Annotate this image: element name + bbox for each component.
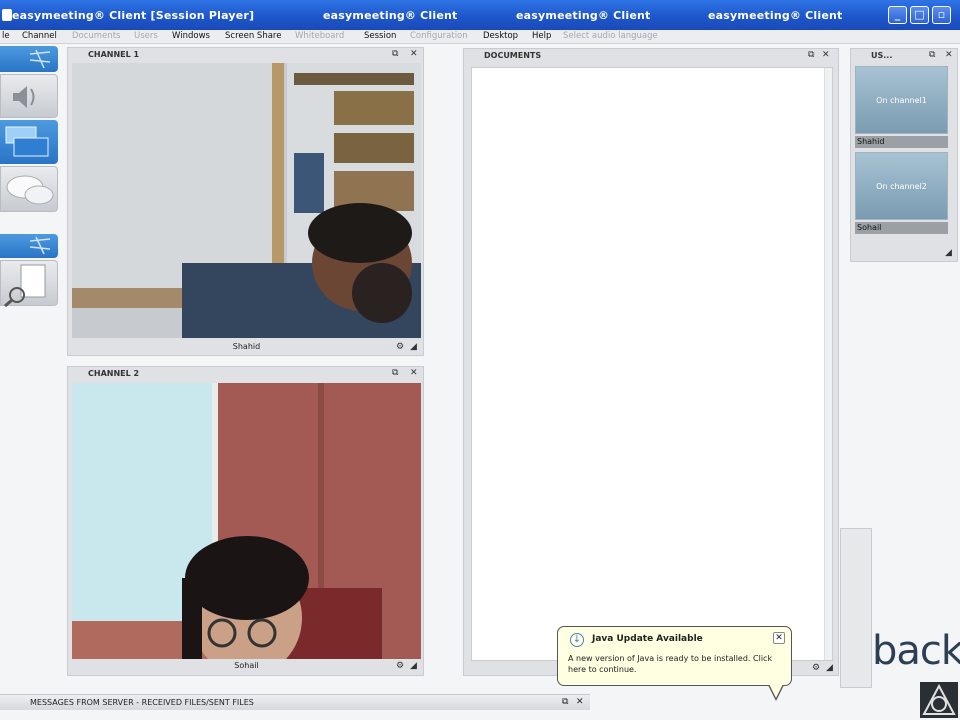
user-name-label: Shahid [855,136,948,148]
window-titlebar: easymeeting® Client [Session Player] eas… [0,0,960,30]
panel-restore-icon[interactable]: ⧉ [392,368,398,378]
menu-select-audio-language[interactable]: Select audio language [563,31,658,41]
menu-bar: le Channel Documents Users Windows Scree… [0,30,960,44]
menu-configuration[interactable]: Configuration [410,31,468,41]
channel-1-video [72,63,421,338]
menu-screen-share[interactable]: Screen Share [225,31,281,41]
windows-icon [5,126,49,157]
dragonfly-logo-button[interactable] [0,46,58,72]
background-brand-text: back [872,628,960,674]
window-title-repeat: easymeeting® Client [323,9,458,22]
panel-title: CHANNEL 2 [88,369,140,378]
panel-restore-icon[interactable]: ⧉ [562,697,568,707]
video-frame-image [72,63,421,338]
settings-icon[interactable]: ⚙ [396,342,404,352]
resize-grip-icon[interactable]: ◢ [410,661,417,671]
windows-layout-button[interactable] [0,120,58,164]
audio-button[interactable] [0,74,58,118]
settings-icon[interactable]: ⚙ [396,661,404,671]
channel-2-video [72,383,421,659]
dragonfly-logo-button-2[interactable] [0,234,58,258]
java-update-notification[interactable]: ↓ Java Update Available ✕ A new version … [557,626,792,701]
menu-file[interactable]: le [2,31,10,41]
document-magnifier-icon [4,264,46,308]
panel-restore-icon[interactable]: ⧉ [392,49,398,59]
menu-desktop[interactable]: Desktop [483,31,518,41]
chat-bubble-icon [6,175,54,205]
menu-windows[interactable]: Windows [172,31,210,41]
window-title-repeat: easymeeting® Client [708,9,843,22]
panel-close-icon[interactable]: ✕ [410,49,418,59]
panel-close-icon[interactable]: ✕ [410,368,418,378]
notification-body[interactable]: A new version of Java is ready to be ins… [568,653,783,675]
menu-whiteboard[interactable]: Whiteboard [295,31,344,41]
vertical-scrollbar[interactable] [824,68,832,660]
panel-close-icon[interactable]: ✕ [576,697,584,707]
channel-2-panel: CHANNEL 2 ⧉ ✕ Sohail ⚙ ◢ [67,366,424,676]
panel-title: US... [871,51,893,60]
messages-bar[interactable]: MESSAGES FROM SERVER - RECEIVED FILES/SE… [0,694,590,710]
messages-bar-label: MESSAGES FROM SERVER - RECEIVED FILES/SE… [30,698,254,707]
user-tile[interactable]: On channel1 [855,66,948,134]
window-title: easymeeting® Client [Session Player] [12,9,255,22]
triangle-logo-icon [922,683,956,715]
background-window-fragment [840,528,872,688]
participant-name-label: Shahid [232,342,261,351]
tray-logo-icon [920,682,958,718]
settings-icon[interactable]: ⚙ [812,663,820,673]
user-tile[interactable]: On channel2 [855,152,948,220]
chat-button[interactable] [0,166,58,212]
app-icon [2,9,12,21]
video-frame-image [72,383,421,659]
panel-restore-icon[interactable]: ⧉ [929,50,935,60]
user-name-label: Sohail [855,222,948,234]
menu-users[interactable]: Users [134,31,158,41]
menu-help[interactable]: Help [532,31,551,41]
panel-close-icon[interactable]: ✕ [822,50,830,60]
dragonfly-icon [29,49,51,69]
notification-close-button[interactable]: ✕ [773,632,785,644]
speaker-icon [13,86,35,108]
balloon-tail-fill [769,684,783,698]
channel-1-panel: CHANNEL 1 ⧉ ✕ Shahid ⚙ ◢ [67,47,424,356]
restore-button[interactable]: ▫ [932,6,951,24]
panel-restore-icon[interactable]: ⧉ [808,50,814,60]
menu-channel[interactable]: Channel [22,31,57,41]
left-toolbar [0,44,60,308]
resize-grip-icon[interactable]: ◢ [945,248,952,258]
menu-documents[interactable]: Documents [72,31,120,41]
document-search-button[interactable] [0,260,58,308]
panel-title: DOCUMENTS [484,51,542,60]
panel-title: CHANNEL 1 [88,50,140,59]
menu-session[interactable]: Session [364,31,396,41]
resize-grip-icon[interactable]: ◢ [410,342,417,352]
maximize-button[interactable]: □ [910,6,929,24]
resize-grip-icon[interactable]: ◢ [826,663,833,673]
java-update-icon: ↓ [570,633,584,647]
minimize-button[interactable]: _ [888,6,907,24]
dragonfly-icon [29,236,51,255]
documents-view-area[interactable] [471,67,833,661]
window-title-repeat: easymeeting® Client [516,9,651,22]
panel-close-icon[interactable]: ✕ [945,50,953,60]
participant-name-label: Sohail [234,661,259,670]
notification-heading: Java Update Available [592,634,703,644]
